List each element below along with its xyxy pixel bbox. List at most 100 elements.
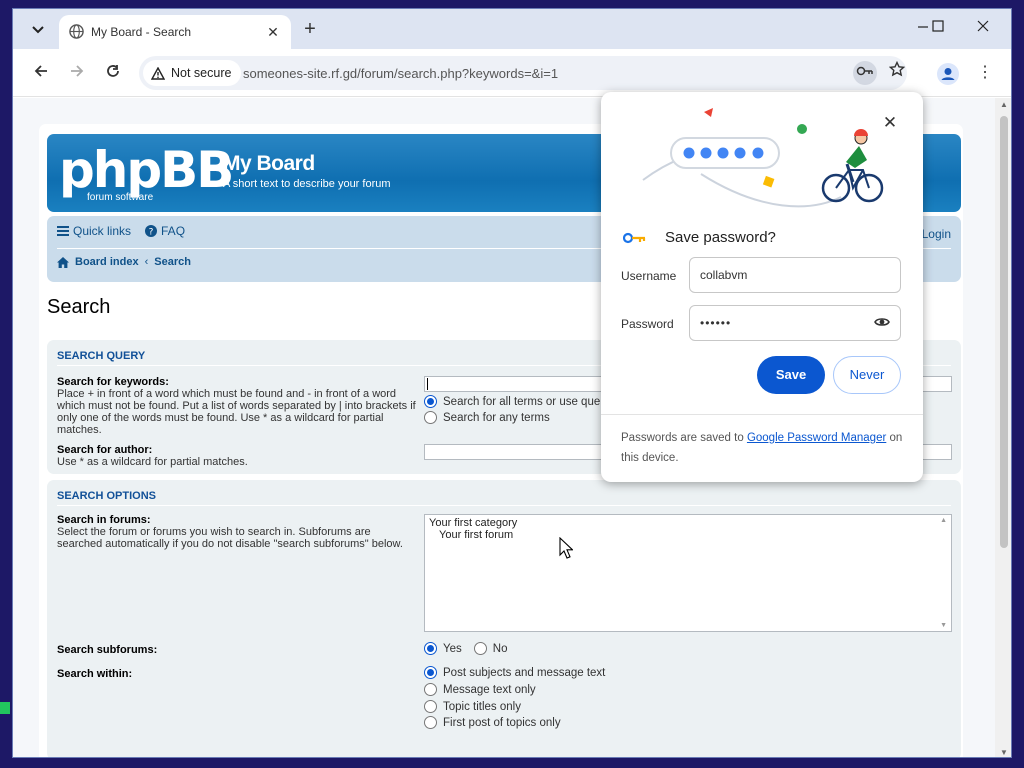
subforums-label-block: Search subforums:	[57, 644, 417, 656]
within-option-1[interactable]: Message text only	[424, 683, 536, 696]
within-label: Search within:	[57, 668, 133, 680]
password-manager-link[interactable]: Google Password Manager	[747, 432, 886, 444]
within-option-label: First post of topics only	[443, 716, 561, 729]
profile-avatar-icon[interactable]	[937, 63, 959, 85]
forward-arrow-icon[interactable]	[65, 61, 89, 85]
search-options-panel: SEARCH OPTIONS Search in forums: Select …	[47, 480, 961, 757]
password-field[interactable]: ••••••	[689, 305, 901, 341]
subforums-no-label: No	[492, 642, 508, 655]
new-tab-plus-icon[interactable]: +	[300, 19, 320, 39]
list-scroll-up-icon[interactable]: ▲	[940, 517, 947, 524]
dialog-divider	[601, 414, 923, 415]
forum-select-list[interactable]: Your first category Your first forum ▲ ▼	[424, 514, 952, 632]
tab-search-chevron-icon[interactable]	[25, 18, 51, 42]
never-button[interactable]: Never	[833, 356, 901, 394]
scroll-down-icon[interactable]: ▼	[999, 748, 1009, 757]
forum-option-forum[interactable]: Your first forum	[429, 529, 947, 541]
tab-title: My Board - Search	[91, 25, 192, 39]
key-icon	[623, 232, 646, 244]
terms-any-option[interactable]: Search for any terms	[424, 411, 550, 424]
subforums-yes-label: Yes	[443, 642, 462, 655]
subforums-yes-radio[interactable]	[424, 642, 437, 655]
within-radio[interactable]	[424, 716, 437, 729]
window-close-icon[interactable]	[968, 19, 998, 39]
password-illustration	[642, 108, 884, 208]
security-label: Not secure	[171, 66, 232, 80]
within-option-label: Topic titles only	[443, 700, 521, 713]
browser-toolbar: Not secure someones-site.rf.gd/forum/sea…	[13, 49, 1011, 97]
breadcrumb-separator: ‹	[144, 256, 149, 268]
url-text[interactable]: someones-site.rf.gd/forum/search.php?key…	[243, 66, 558, 81]
faq-link[interactable]: ? FAQ	[145, 224, 185, 238]
site-name: My Board	[223, 152, 315, 175]
list-scroll-down-icon[interactable]: ▼	[940, 622, 947, 629]
maximize-icon[interactable]	[923, 19, 953, 39]
within-radio[interactable]	[424, 666, 437, 679]
password-label: Password	[621, 317, 674, 331]
subforums-label: Search subforums:	[57, 644, 158, 656]
tab-strip: My Board - Search ✕ +	[13, 9, 1011, 49]
within-label-block: Search within:	[57, 668, 417, 680]
browser-window: My Board - Search ✕ + Not secure someone…	[12, 8, 1012, 758]
page-title: Search	[47, 296, 111, 318]
username-label: Username	[621, 269, 677, 283]
svg-text:?: ?	[149, 227, 154, 237]
scrollbar-thumb[interactable]	[1000, 116, 1008, 548]
faq-label: FAQ	[161, 224, 186, 238]
password-value: ••••••	[700, 316, 732, 330]
within-option-0[interactable]: Post subjects and message text	[424, 666, 605, 679]
scroll-up-icon[interactable]: ▲	[999, 100, 1009, 109]
bookmark-star-icon[interactable]	[885, 60, 909, 85]
phpbb-logo[interactable]: phpBB	[59, 140, 234, 200]
forums-label: Search in forums:	[57, 514, 151, 526]
keywords-label: Search for keywords:	[57, 376, 169, 388]
login-link[interactable]: Login	[922, 227, 951, 241]
author-help: Use * as a wildcard for partial matches.	[57, 456, 248, 468]
within-option-2[interactable]: Topic titles only	[424, 700, 521, 713]
eye-icon[interactable]	[874, 316, 890, 328]
password-key-icon[interactable]	[853, 61, 877, 85]
breadcrumb-board-index[interactable]: Board index	[75, 256, 139, 268]
within-radio[interactable]	[424, 683, 437, 696]
dialog-title: Save password?	[665, 229, 776, 246]
quick-links-label: Quick links	[73, 224, 132, 238]
search-query-heading: SEARCH QUERY	[57, 350, 146, 362]
active-tab[interactable]: My Board - Search ✕	[59, 15, 291, 49]
username-field[interactable]: collabvm	[689, 257, 901, 293]
forums-help: Select the forum or forums you wish to s…	[57, 526, 403, 550]
desktop-edge	[1010, 0, 1024, 768]
mouse-pointer-icon	[559, 537, 573, 559]
terms-any-label: Search for any terms	[443, 411, 550, 424]
address-bar[interactable]: Not secure someones-site.rf.gd/forum/sea…	[139, 56, 907, 90]
terms-all-radio[interactable]	[424, 395, 437, 408]
quick-links-link[interactable]: Quick links	[57, 224, 131, 238]
keywords-help: Place + in front of a word which must be…	[57, 388, 416, 436]
within-option-3[interactable]: First post of topics only	[424, 716, 561, 729]
browser-menu-icon[interactable]: ⋮	[975, 63, 995, 83]
save-button[interactable]: Save	[757, 356, 825, 394]
forum-option-category[interactable]: Your first category	[429, 517, 947, 529]
hamburger-icon	[57, 226, 69, 236]
back-arrow-icon[interactable]	[29, 61, 53, 85]
keywords-label-block: Search for keywords: Place + in front of…	[57, 376, 417, 436]
globe-icon	[69, 24, 84, 39]
site-description: A short text to describe your forum	[223, 178, 391, 190]
subforums-no-radio[interactable]	[473, 642, 487, 655]
tab-close-icon[interactable]: ✕	[263, 22, 283, 42]
author-label-block: Search for author: Use * as a wildcard f…	[57, 444, 417, 468]
text-cursor	[427, 378, 428, 390]
dialog-footer: Passwords are saved to Google Password M…	[621, 428, 911, 468]
desktop-marker	[0, 702, 10, 714]
breadcrumb: Board index ‹ Search	[57, 256, 191, 268]
breadcrumb-search[interactable]: Search	[154, 256, 191, 268]
username-value: collabvm	[700, 268, 748, 282]
reload-icon[interactable]	[101, 61, 125, 85]
page-scrollbar[interactable]: ▲ ▼	[995, 98, 1011, 757]
dialog-close-icon[interactable]: ✕	[881, 114, 899, 132]
within-radio[interactable]	[424, 700, 437, 713]
security-chip[interactable]: Not secure	[143, 60, 242, 86]
within-option-label: Post subjects and message text	[443, 666, 606, 679]
terms-any-radio[interactable]	[424, 411, 437, 424]
home-icon	[57, 256, 69, 268]
within-option-label: Message text only	[443, 683, 536, 696]
